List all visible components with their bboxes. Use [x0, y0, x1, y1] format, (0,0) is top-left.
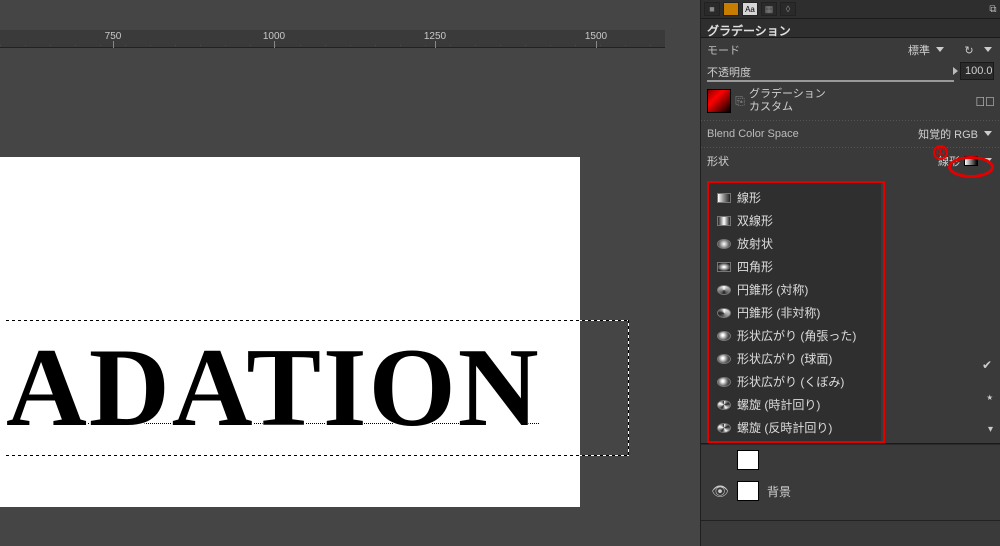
layer-row[interactable]: 👁 [701, 447, 996, 473]
opacity-slider-fill [707, 80, 954, 82]
shape-option[interactable]: 放射状 [709, 232, 881, 255]
shape-option-label: 螺旋 (反時計回り) [737, 419, 832, 436]
selection-marquee-right [628, 320, 629, 455]
visibility-eye-icon[interactable]: 👁 [711, 452, 729, 469]
spinner-icon[interactable] [953, 67, 958, 75]
lock-icon[interactable]: ⭑ [987, 390, 993, 405]
mode-row: モード 標準 ↻ [701, 38, 1000, 62]
shape-option-label: 双線形 [737, 212, 773, 229]
shape-option-icon [717, 239, 731, 249]
chevron-down-icon [982, 155, 994, 167]
ruler-tick: 750 [98, 31, 128, 42]
separator [701, 147, 1000, 148]
chevron-down-icon[interactable] [934, 44, 946, 56]
expand-icon[interactable]: ▾ [988, 424, 993, 435]
tab-tool-options[interactable]: ■ [704, 2, 720, 16]
chevron-down-icon[interactable] [982, 44, 994, 56]
shape-option[interactable]: 形状広がり (くぼみ) [709, 370, 881, 393]
shape-label: 形状 [707, 153, 729, 169]
tab-brush[interactable] [723, 2, 739, 16]
shape-option-icon [717, 331, 731, 341]
separator [701, 120, 1000, 121]
shape-linear-icon [964, 156, 978, 166]
shape-option-label: 線形 [737, 189, 761, 206]
shape-option-icon [717, 400, 731, 410]
shape-option-label: 円錐形 (対称) [737, 281, 808, 298]
shape-option-label: 形状広がり (角張った) [737, 327, 856, 344]
annotation-number-1: ① [933, 145, 948, 160]
shape-option[interactable]: 円錐形 (対称) [709, 278, 881, 301]
shape-option[interactable]: 双線形 [709, 209, 881, 232]
gradient-name-label: グラデーション [749, 88, 972, 101]
shape-option-icon [717, 308, 731, 318]
mode-value[interactable]: 標準 [908, 42, 930, 58]
layer-thumbnail[interactable] [737, 450, 759, 470]
panel-footer [701, 520, 1000, 546]
canvas-text-layer: ADATION [0, 326, 625, 450]
shape-option-icon [717, 216, 731, 226]
mode-label: モード [707, 42, 740, 58]
shape-option[interactable]: 線形 [709, 186, 881, 209]
layers-separator [701, 443, 1000, 445]
tool-options-panel: ■ Aa ▦ ◊ ⧉ グラデーション モード 標準 ↻ 不透明度 100.0 ⎘… [700, 0, 1000, 546]
shape-option-icon [717, 377, 731, 387]
shape-option[interactable]: 形状広がり (球面) [709, 347, 881, 370]
reset-mode-icon[interactable]: ↻ [960, 41, 978, 59]
shape-option[interactable]: 円錐形 (非対称) [709, 301, 881, 324]
shape-option-label: 円錐形 (非対称) [737, 304, 820, 321]
shape-row: 形状 線形 [701, 150, 1000, 174]
shape-option[interactable]: 形状広がり (角張った) [709, 324, 881, 347]
gradient-swatch[interactable] [707, 89, 731, 113]
shape-option-label: 形状広がり (くぼみ) [737, 373, 844, 390]
ruler-tick: 1000 [259, 31, 289, 42]
layer-name[interactable]: 背景 [767, 483, 791, 500]
shape-option-label: 放射状 [737, 235, 773, 252]
visibility-eye-icon[interactable]: 👁 [711, 483, 729, 500]
gradient-preset-value: カスタム [749, 101, 972, 114]
canvas-area: 750 1000 1250 1500 ADATION [0, 0, 665, 546]
blend-space-label: Blend Color Space [707, 128, 799, 140]
link-icon[interactable]: ⎘ [735, 89, 745, 113]
shape-option-icon [717, 262, 731, 272]
tab-more[interactable]: ◊ [780, 2, 796, 16]
selection-marquee-top [6, 320, 629, 321]
tab-gradient[interactable]: ▦ [761, 2, 777, 16]
selection-marquee-bottom [6, 455, 629, 456]
gradient-chooser-row: ⎘ グラデーション カスタム ✎⃞ [701, 84, 1000, 118]
shape-option-label: 形状広がり (球面) [737, 350, 832, 367]
ruler-tick: 1250 [420, 31, 450, 42]
shape-option-icon [717, 423, 731, 433]
shape-dropdown-list[interactable]: 線形双線形放射状四角形円錐形 (対称) 円錐形 (非対称) 形状広がり (角張った)… [709, 183, 881, 442]
checkmark-icon[interactable]: ✔ [982, 358, 992, 372]
tab-text[interactable]: Aa [742, 2, 758, 16]
shape-option-icon [717, 193, 731, 203]
shape-option-label: 螺旋 (時計回り) [737, 396, 820, 413]
layer-thumbnail[interactable] [737, 481, 759, 501]
shape-option-icon [717, 354, 731, 364]
shape-option[interactable]: 螺旋 (時計回り) [709, 393, 881, 416]
blend-space-value[interactable]: 知覚的 RGB [918, 126, 978, 142]
blend-space-row: Blend Color Space 知覚的 RGB [701, 123, 1000, 145]
opacity-value[interactable]: 100.0 [960, 62, 994, 80]
edit-gradient-icon[interactable]: ✎⃞ [976, 92, 994, 110]
opacity-label: 不透明度 [707, 64, 751, 80]
horizontal-ruler: 750 1000 1250 1500 [0, 30, 665, 48]
layer-row[interactable]: 👁 背景 [701, 478, 996, 504]
opacity-row[interactable]: 不透明度 100.0 [701, 62, 1000, 84]
ruler-tick: 1500 [581, 31, 611, 42]
panel-restore-icon[interactable]: ⧉ [986, 2, 1000, 16]
shape-option[interactable]: 四角形 [709, 255, 881, 278]
dock-tabs[interactable]: ■ Aa ▦ ◊ ⧉ [701, 0, 1000, 18]
chevron-down-icon[interactable] [982, 128, 994, 140]
shape-option-label: 四角形 [737, 258, 773, 275]
shape-option[interactable]: 螺旋 (反時計回り) [709, 416, 881, 439]
shape-option-icon [717, 285, 731, 295]
panel-title: グラデーション [701, 18, 1000, 38]
